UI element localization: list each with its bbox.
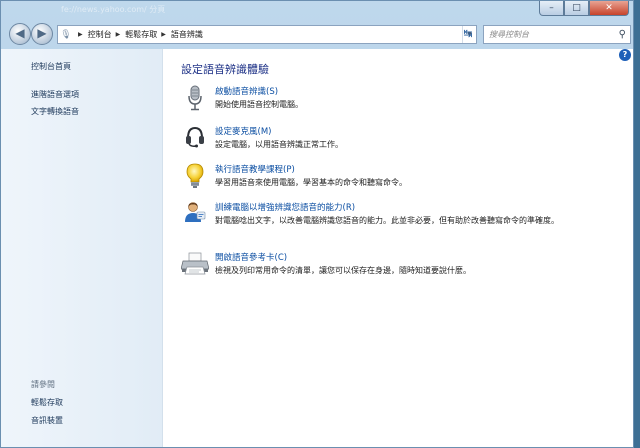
control-panel-icon: 🎙: [60, 29, 72, 40]
breadcrumb-control-panel[interactable]: 控制台: [88, 29, 112, 40]
address-bar[interactable]: 🎙 ▶ 控制台 ▶ 輕鬆存取 ▶ 語音辨識 ▼: [57, 25, 477, 44]
window-title: fe://news.yahoo.com/ 分頁: [61, 5, 166, 14]
task-train-computer: 訓練電腦以增強辨識您語音的能力(R) 對電腦唸出文字，以改善電腦辨識您語音的能力…: [181, 201, 621, 229]
start-speech-recognition-link[interactable]: 啟動語音辨識(S): [215, 85, 625, 97]
task-description: 檢視及列印常用命令的清單，讓您可以保存在身邊，隨時知道要說什麼。: [215, 266, 471, 275]
task-text: 啟動語音辨識(S) 開始使用語音控制電腦。: [215, 85, 625, 113]
forward-button[interactable]: ▶: [31, 23, 53, 45]
breadcrumb-separator-icon[interactable]: ▶: [116, 31, 121, 38]
page-title: 設定語音辨識體驗: [181, 63, 269, 76]
sidebar-item-text-to-speech[interactable]: 文字轉換語音: [31, 106, 79, 117]
window-controls: – □ ✕: [539, 1, 629, 16]
task-start-speech-recognition: 啟動語音辨識(S) 開始使用語音控制電腦。: [181, 85, 621, 113]
task-set-up-microphone: 設定麥克風(M) 設定電腦，以用語音辨識正常工作。: [181, 125, 621, 153]
task-text: 設定麥克風(M) 設定電腦，以用語音辨識正常工作。: [215, 125, 625, 153]
sidebar-item-audio-devices[interactable]: 音訊裝置: [31, 415, 63, 426]
set-up-microphone-link[interactable]: 設定麥克風(M): [215, 125, 625, 137]
breadcrumb-ease-of-access[interactable]: 輕鬆存取: [125, 29, 157, 40]
headset-icon: [181, 125, 209, 153]
microphone-icon: [181, 85, 209, 113]
back-button[interactable]: ◀: [9, 23, 31, 45]
breadcrumb-separator-icon[interactable]: ▶: [161, 31, 166, 38]
main-panel: ? 設定語音辨識體驗 啟動語音辨識(S) 開始使用語音控制電腦。 設定麥克風(M…: [163, 49, 633, 447]
task-text: 執行語音教學課程(P) 學習用語音來使用電腦，學習基本的命令和聽寫命令。: [215, 163, 625, 191]
sidebar-item-control-panel-home[interactable]: 控制台首頁: [31, 61, 71, 72]
maximize-button[interactable]: □: [564, 1, 589, 16]
open-reference-card-link[interactable]: 開啟語音參考卡(C): [215, 251, 625, 263]
control-panel-window: fe://news.yahoo.com/ 分頁 – □ ✕ ◀ ▶ 🎙 ▶ 控制…: [0, 0, 634, 448]
sidebar: 控制台首頁 進階語音選項 文字轉換語音 請參閱 輕鬆存取 音訊裝置: [1, 49, 163, 447]
task-text: 開啟語音參考卡(C) 檢視及列印常用命令的清單，讓您可以保存在身邊，隨時知道要說…: [215, 251, 625, 279]
minimize-button[interactable]: –: [539, 1, 564, 16]
task-description: 開始使用語音控制電腦。: [215, 100, 303, 109]
task-text: 訓練電腦以增強辨識您語音的能力(R) 對電腦唸出文字，以改善電腦辨識您語音的能力…: [215, 201, 625, 229]
close-button[interactable]: ✕: [589, 1, 629, 16]
user-training-icon: [181, 201, 209, 229]
take-speech-tutorial-link[interactable]: 執行語音教學課程(P): [215, 163, 625, 175]
task-open-reference-card: 開啟語音參考卡(C) 檢視及列印常用命令的清單，讓您可以保存在身邊，隨時知道要說…: [181, 251, 621, 279]
see-also-label: 請參閱: [31, 380, 55, 389]
printer-icon: [181, 251, 209, 279]
task-description: 對電腦唸出文字，以改善電腦辨識您語音的能力。此並非必要，但有助於改善聽寫命令的準…: [215, 216, 559, 225]
title-bar: fe://news.yahoo.com/ 分頁 – □ ✕: [1, 1, 633, 19]
task-description: 設定電腦，以用語音辨識正常工作。: [215, 140, 343, 149]
lightbulb-icon: [181, 163, 209, 191]
search-input[interactable]: [484, 30, 604, 39]
navigation-bar: ◀ ▶ 🎙 ▶ 控制台 ▶ 輕鬆存取 ▶ 語音辨識 ▼ ↹ ⚲: [1, 19, 633, 49]
breadcrumb-speech-recognition[interactable]: 語音辨識: [171, 29, 203, 40]
sidebar-item-advanced-speech-options[interactable]: 進階語音選項: [31, 89, 79, 100]
help-icon[interactable]: ?: [619, 49, 631, 61]
task-description: 學習用語音來使用電腦，學習基本的命令和聽寫命令。: [215, 178, 407, 187]
search-box[interactable]: ⚲: [483, 25, 631, 44]
search-icon[interactable]: ⚲: [619, 29, 626, 40]
sidebar-item-ease-of-access[interactable]: 輕鬆存取: [31, 397, 63, 408]
breadcrumb-separator-icon[interactable]: ▶: [78, 31, 83, 38]
refresh-icon[interactable]: ↹: [459, 26, 477, 43]
train-computer-link[interactable]: 訓練電腦以增強辨識您語音的能力(R): [215, 201, 625, 213]
task-take-speech-tutorial: 執行語音教學課程(P) 學習用語音來使用電腦，學習基本的命令和聽寫命令。: [181, 163, 621, 191]
content-area: 控制台首頁 進階語音選項 文字轉換語音 請參閱 輕鬆存取 音訊裝置 ? 設定語音…: [1, 49, 633, 447]
